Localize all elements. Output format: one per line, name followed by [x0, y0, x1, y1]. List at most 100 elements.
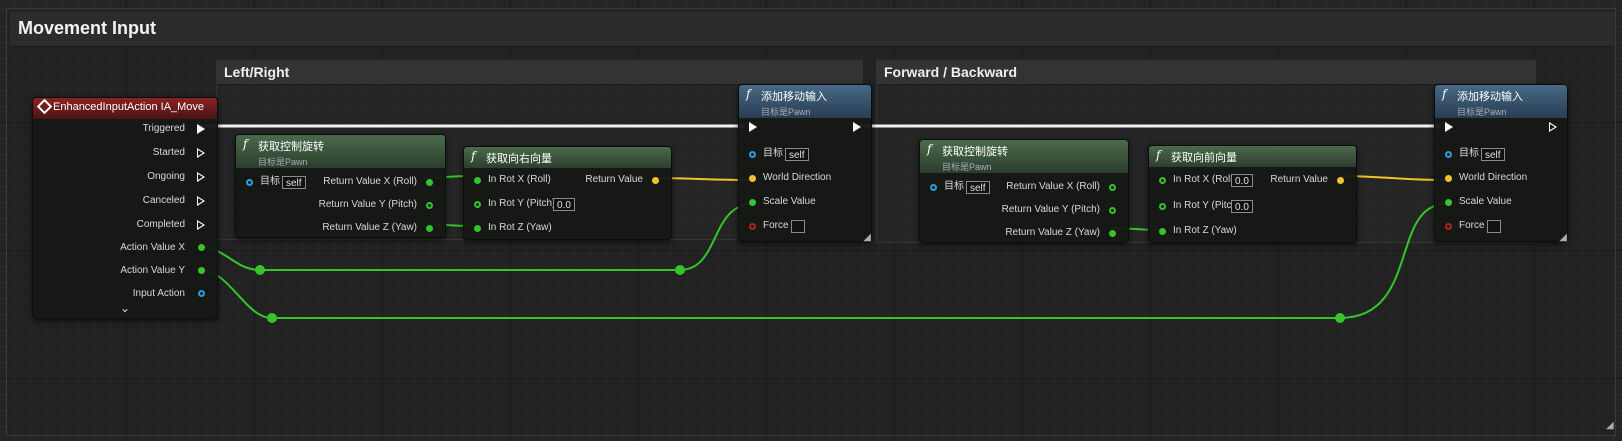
pin-world-direction[interactable]: [1445, 175, 1452, 182]
pin-label-in-rot-z: In Rot Z (Yaw): [1173, 225, 1237, 236]
pin-label-return-y: Return Value Y (Pitch): [1001, 204, 1100, 215]
pin-in-rot-x[interactable]: [1159, 177, 1166, 184]
function-icon: f: [927, 142, 932, 156]
exec-out-started[interactable]: [197, 148, 205, 158]
node-title: 获取控制旋转: [258, 141, 324, 153]
pin-label-target: 目标: [763, 148, 783, 159]
target-value-field[interactable]: self: [282, 176, 306, 189]
pin-label-force: Force: [763, 220, 789, 231]
pin-label-target: 目标: [1459, 148, 1479, 159]
pin-scale-value[interactable]: [749, 199, 756, 206]
pin-target[interactable]: [246, 179, 253, 186]
node-subtitle: 目标是Pawn: [761, 107, 811, 117]
comment-forward-backward-header[interactable]: Forward / Backward: [876, 60, 1536, 85]
pin-label-scale-value: Scale Value: [763, 196, 816, 207]
get-right-vector-node[interactable]: f 获取向右向量 In Rot X (Roll) In Rot Y (Pitch…: [463, 146, 672, 240]
pin-target[interactable]: [1445, 151, 1452, 158]
resize-handle-icon[interactable]: ◢: [863, 232, 871, 243]
exec-out-triggered[interactable]: [197, 124, 205, 134]
pin-return-z[interactable]: [1109, 230, 1116, 237]
chevron-down-icon[interactable]: ⌄: [120, 301, 130, 315]
pin-return-x[interactable]: [1109, 184, 1116, 191]
pin-label-return-z: Return Value Z (Yaw): [322, 222, 417, 233]
exec-out-ongoing[interactable]: [197, 172, 205, 182]
pin-in-rot-z[interactable]: [1159, 228, 1166, 235]
pin-label-action-value-y: Action Value Y: [120, 265, 185, 276]
pin-target[interactable]: [749, 151, 756, 158]
pin-return-value[interactable]: [652, 177, 659, 184]
add-movement-input-node[interactable]: f 添加移动输入 目标是Pawn 目标 self World Direction…: [1434, 84, 1568, 243]
node-title: 添加移动输入: [1457, 91, 1523, 103]
in-rot-y-value-field[interactable]: 0.0: [553, 198, 575, 211]
target-value-field[interactable]: self: [1481, 148, 1505, 161]
pin-label-triggered: Triggered: [142, 123, 185, 134]
get-control-rotation-node[interactable]: f 获取控制旋转 目标是Pawn 目标 self Return Value X …: [919, 139, 1129, 243]
pin-return-x[interactable]: [426, 179, 433, 186]
pin-force[interactable]: [749, 223, 756, 230]
node-header: f 添加移动输入 目标是Pawn: [1435, 85, 1567, 118]
node-header: f 获取控制旋转 目标是Pawn: [236, 135, 445, 168]
pin-input-action[interactable]: [198, 290, 205, 297]
node-title: 获取向右向量: [486, 153, 552, 165]
node-title: EnhancedInputAction IA_Move: [53, 101, 205, 113]
comment-left-right-title: Left/Right: [224, 64, 290, 80]
exec-out-canceled[interactable]: [197, 196, 205, 206]
pin-target[interactable]: [930, 184, 937, 191]
pin-label-canceled: Canceled: [142, 195, 185, 206]
node-title: 获取控制旋转: [942, 146, 1008, 158]
pin-label-return-value: Return Value: [585, 174, 643, 185]
pin-label-target: 目标: [260, 176, 280, 187]
pin-action-value-x[interactable]: [198, 244, 205, 251]
pin-label-world-direction: World Direction: [1459, 172, 1528, 183]
function-icon: f: [471, 149, 476, 163]
get-control-rotation-node[interactable]: f 获取控制旋转 目标是Pawn 目标 self Return Value X …: [235, 134, 446, 238]
node-title: 添加移动输入: [761, 91, 827, 103]
pin-in-rot-y[interactable]: [474, 201, 481, 208]
pin-force[interactable]: [1445, 223, 1452, 230]
function-icon: f: [1442, 87, 1447, 101]
function-icon: f: [1156, 148, 1161, 162]
pin-label-return-z: Return Value Z (Yaw): [1005, 227, 1100, 238]
function-icon: f: [243, 137, 248, 151]
in-rot-y-value-field[interactable]: 0.0: [1231, 200, 1253, 213]
pin-in-rot-x[interactable]: [474, 177, 481, 184]
resize-handle-icon[interactable]: ◢: [1559, 232, 1567, 243]
force-checkbox[interactable]: [1487, 220, 1501, 233]
exec-out-completed[interactable]: [197, 220, 205, 230]
resize-handle-icon[interactable]: ◢: [1606, 420, 1614, 431]
pin-return-y[interactable]: [1109, 207, 1116, 214]
pin-label-return-y: Return Value Y (Pitch): [318, 199, 417, 210]
in-rot-x-value-field[interactable]: 0.0: [1231, 174, 1253, 187]
target-value-field[interactable]: self: [785, 148, 809, 161]
pin-return-z[interactable]: [426, 225, 433, 232]
exec-out[interactable]: [853, 122, 861, 132]
node-header: f 获取向前向量: [1149, 146, 1356, 167]
pin-action-value-y[interactable]: [198, 267, 205, 274]
comment-left-right-header[interactable]: Left/Right: [216, 60, 863, 85]
pin-return-y[interactable]: [426, 202, 433, 209]
pin-label-input-action: Input Action: [132, 288, 185, 299]
node-header: f 添加移动输入 目标是Pawn: [739, 85, 871, 118]
pin-label-started: Started: [152, 147, 185, 158]
pin-return-value[interactable]: [1337, 177, 1344, 184]
pin-world-direction[interactable]: [749, 175, 756, 182]
enhanced-input-action-node[interactable]: EnhancedInputAction IA_Move Triggered St…: [32, 97, 218, 319]
exec-out[interactable]: [1549, 122, 1557, 132]
pin-in-rot-y[interactable]: [1159, 203, 1166, 210]
pin-label-world-direction: World Direction: [763, 172, 832, 183]
get-forward-vector-node[interactable]: f 获取向前向量 In Rot X (Roll) 0.0 In Rot Y (P…: [1148, 145, 1357, 243]
node-title: 获取向前向量: [1171, 152, 1237, 164]
force-checkbox[interactable]: [791, 220, 805, 233]
pin-in-rot-z[interactable]: [474, 225, 481, 232]
pin-label-force: Force: [1459, 220, 1485, 231]
comment-movement-input[interactable]: Movement Input: [10, 12, 1614, 47]
pin-scale-value[interactable]: [1445, 199, 1452, 206]
node-subtitle: 目标是Pawn: [942, 162, 992, 172]
add-movement-input-node[interactable]: f 添加移动输入 目标是Pawn 目标 self World Direction…: [738, 84, 872, 243]
exec-in[interactable]: [1445, 122, 1453, 132]
pin-label-scale-value: Scale Value: [1459, 196, 1512, 207]
target-value-field[interactable]: self: [966, 181, 990, 194]
pin-label-return-x: Return Value X (Roll): [1006, 181, 1100, 192]
pin-label-in-rot-y: In Rot Y (Pitch): [488, 198, 556, 209]
exec-in[interactable]: [749, 122, 757, 132]
